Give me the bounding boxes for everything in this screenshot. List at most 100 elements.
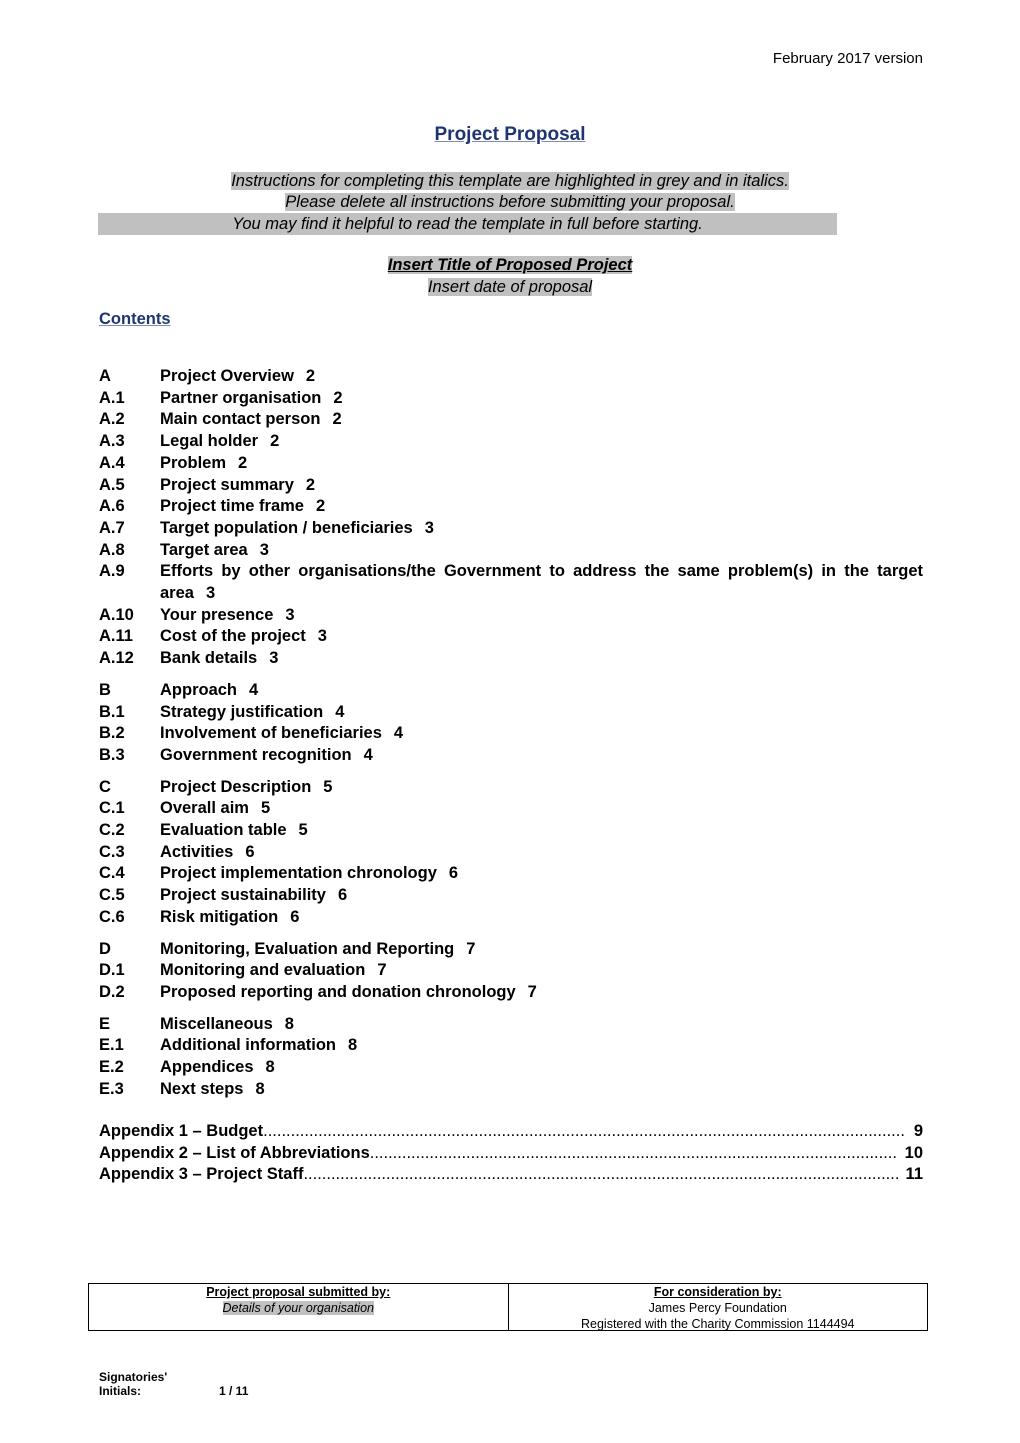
toc-entry[interactable]: D Monitoring, Evaluation and Reporting 7 [99,939,923,961]
toc-entry[interactable]: B.3 Government recognition 4 [99,745,923,767]
toc-entry-label: Project Description [160,777,312,796]
toc-entry[interactable]: C.6 Risk mitigation 6 [99,907,923,929]
toc-entry-number: A.8 [99,540,125,559]
toc-entry-label: Strategy justification [160,702,324,721]
toc-entry-label: Partner organisation [160,388,322,407]
toc-entry[interactable]: A.10 Your presence 3 [99,605,923,627]
toc-entry-page: 6 [290,907,300,926]
toc-entry-number: C.5 [99,886,125,905]
toc-entry[interactable]: A.6 Project time frame 2 [99,496,923,518]
toc-entry-label: Miscellaneous [160,1014,273,1033]
toc-entry-title: Monitoring and evaluation 7 [160,960,923,982]
toc-entry[interactable]: C.2 Evaluation table 5 [99,820,923,842]
toc-entry-title: Project summary 2 [160,475,923,497]
toc-entry-number: A.10 [99,605,134,624]
proposal-date-placeholder: Insert date of proposal [427,278,593,296]
appendix-entry[interactable]: Appendix 3 – Project Staff..............… [99,1164,923,1186]
toc-entry[interactable]: A.2 Main contact person 2 [99,409,923,431]
appendix-entry[interactable]: Appendix 1 – Budget.....................… [99,1121,923,1143]
toc-entry[interactable]: C.3 Activities 6 [99,842,923,864]
toc-entry[interactable]: A.9 Efforts by other organisations/the Go… [99,561,923,604]
toc-entry-number: A.4 [99,453,125,472]
toc-entry-number: B.2 [99,724,125,743]
consideration-heading: For consideration by: [653,1285,782,1299]
toc-entry-number: C [99,777,111,796]
toc-entry[interactable]: E.1 Additional information 8 [99,1035,923,1057]
toc-entry-title: Strategy justification 4 [160,702,923,724]
toc-entry-number: A.5 [99,475,125,494]
toc-entry-title: Partner organisation 2 [160,388,923,410]
toc-entry-label: Bank details [160,649,258,668]
toc-entry-label: Involvement of beneficiaries [160,724,382,743]
dot-leader: ........................................… [303,1165,898,1184]
toc-entry-label: Proposed reporting and donation chronolo… [160,982,516,1001]
toc-entry-label: Project implementation chronology [160,864,437,883]
toc-entry[interactable]: A.8 Target area 3 [99,540,923,562]
toc-entry-title: Appendices 8 [160,1057,923,1079]
toc-entry-page: 7 [466,939,476,958]
toc-entry-label: Risk mitigation [160,907,279,926]
document-version: February 2017 version [772,50,923,67]
appendix-page: 11 [905,1165,923,1184]
toc-entry[interactable]: D.2 Proposed reporting and donation chron… [99,982,923,1004]
toc-entry-number: D.2 [99,982,125,1001]
toc-entry-number: A.3 [99,432,125,451]
toc-entry-page: 2 [332,410,342,429]
toc-entry-label: Next steps [160,1079,244,1098]
toc-entry[interactable]: B.1 Strategy justification 4 [99,702,923,724]
toc-entry-title: Bank details 3 [160,648,923,670]
toc-entry-label: Cost of the project [160,627,306,646]
toc-entry-number: E.1 [99,1036,124,1055]
toc-entry-page: 7 [527,982,537,1001]
toc-entry[interactable]: A.1 Partner organisation 2 [99,388,923,410]
toc-entry-page: 3 [269,649,279,668]
toc-entry[interactable]: A.3 Legal holder 2 [99,431,923,453]
toc-entry[interactable]: A Project Overview 2 [99,366,923,388]
toc-entry-title: Overall aim 5 [160,798,923,820]
toc-entry-page: 2 [305,475,316,494]
toc-entry-page: 7 [377,961,387,980]
table-of-contents: A Project Overview 2 A.1 Partner organisatio… [99,366,923,1101]
appendix-entry[interactable]: Appendix 2 – List of Abbreviations......… [99,1143,923,1165]
instruction-line-1: Instructions for completing this templat… [231,172,789,190]
toc-entry[interactable]: A.4 Problem 2 [99,453,923,475]
toc-entry-number: A [99,367,111,385]
toc-entry[interactable]: C.4 Project implementation chronology 6 [99,863,923,885]
toc-entry[interactable]: A.5 Project summary 2 [99,475,923,497]
toc-entry-number: E.2 [99,1058,124,1077]
toc-entry-number: A.11 [99,627,133,646]
toc-entry-title: Project Description 5 [160,777,923,799]
toc-entry-page: 8 [284,1014,294,1033]
toc-entry[interactable]: C.5 Project sustainability 6 [99,885,923,907]
toc-entry[interactable]: A.7 Target population / beneficiaries 3 [99,518,923,540]
toc-entry-page: 8 [265,1058,275,1077]
toc-entry[interactable]: C.1 Overall aim 5 [99,798,923,820]
toc-entry-label: Your presence [160,605,274,624]
toc-entry-page: 4 [335,702,345,721]
toc-entry-label: Project sustainability [160,886,326,905]
toc-entry-title: Project time frame 2 [160,496,923,518]
toc-entry[interactable]: A.11 Cost of the project 3 [99,626,923,648]
instruction-line-2: Please delete all instructions before su… [285,193,735,211]
contents-heading: Contents [99,310,171,328]
toc-entry[interactable]: A.12 Bank details 3 [99,648,923,670]
toc-entry-page: 3 [259,540,269,559]
toc-entry[interactable]: C Project Description 5 [99,777,923,799]
consideration-registration: Registered with the Charity Commission 1… [580,1317,855,1331]
toc-entry[interactable]: B Approach 4 [99,680,923,702]
toc-entry-title: Cost of the project 3 [160,626,923,648]
toc-entry[interactable]: B.2 Involvement of beneficiaries 4 [99,723,923,745]
toc-entry-number: D [99,939,111,958]
toc-entry-label: Overall aim [160,799,249,818]
toc-entry-label: Activities [160,842,234,861]
toc-entry-page: 2 [333,388,343,407]
toc-entry[interactable]: D.1 Monitoring and evaluation 7 [99,960,923,982]
toc-entry-number: A.7 [99,518,125,537]
toc-entry[interactable]: E Miscellaneous 8 [99,1014,923,1036]
toc-entry-title: Problem 2 [160,453,923,475]
toc-entry[interactable]: E.2 Appendices 8 [99,1057,923,1079]
toc-entry-number: B.1 [99,702,125,721]
toc-entry[interactable]: E.3 Next steps 8 [99,1079,923,1101]
toc-entry-title: Project Overview 2 [160,366,923,388]
toc-entry-label: Monitoring, Evaluation and Reporting [160,939,455,958]
